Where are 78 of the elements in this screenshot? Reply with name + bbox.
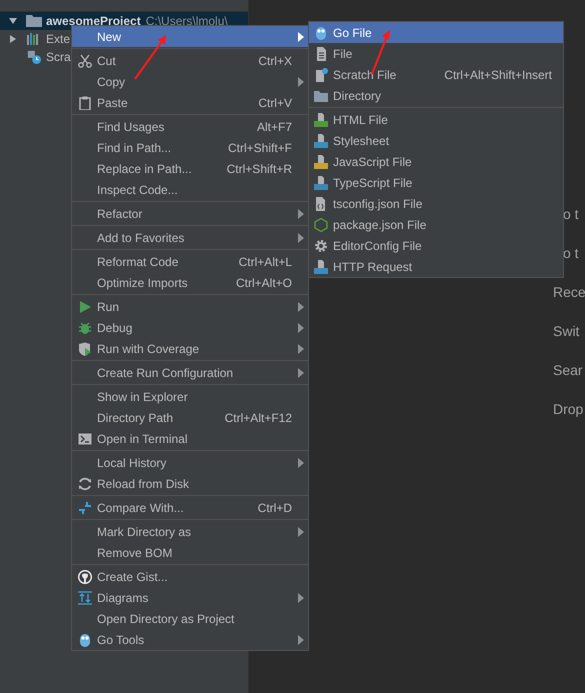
menu-item[interactable]: Scratch File Ctrl+Alt+Shift+Insert [309, 64, 563, 85]
menu-item[interactable]: New [72, 26, 308, 47]
menu-item[interactable]: Cut Ctrl+X [72, 50, 308, 71]
menu-item[interactable]: Optimize Imports Ctrl+Alt+O [72, 272, 308, 293]
menu-item[interactable]: Replace in Path... Ctrl+Shift+R [72, 158, 308, 179]
menu-item[interactable]: Compare With... Ctrl+D [72, 497, 308, 518]
menu-item[interactable]: Reformat Code Ctrl+Alt+L [72, 251, 308, 272]
menu-item[interactable]: Copy [72, 71, 308, 92]
editor-hint: Rece [553, 283, 585, 302]
menu-item[interactable]: Reload from Disk [72, 473, 308, 494]
menu-item[interactable]: Show in Explorer [72, 386, 308, 407]
menu-item[interactable]: Diagrams [72, 587, 308, 608]
menu-item[interactable]: Open Directory as Project [72, 608, 308, 629]
project-path: C:\Users\lmolu\ [146, 14, 228, 28]
menu-item[interactable]: EditorConfig File [309, 235, 563, 256]
menu-item[interactable]: TypeScript File [309, 172, 563, 193]
menu-item[interactable]: Find Usages Alt+F7 [72, 116, 308, 137]
menu-item[interactable]: HTTP Request [309, 256, 563, 277]
tree-item-label[interactable]: Exte [46, 32, 70, 46]
menu-item[interactable]: HTML File [309, 109, 563, 130]
menu-item[interactable]: package.json File [309, 214, 563, 235]
editor-hint: o t [562, 205, 580, 224]
menu-item[interactable]: Stylesheet [309, 130, 563, 151]
menu-item[interactable]: Add to Favorites [72, 227, 308, 248]
file-icon [314, 46, 328, 60]
terminal-icon [78, 432, 92, 446]
editor-hint: Sear [553, 361, 584, 380]
folder-icon [26, 14, 42, 28]
menu-item[interactable]: Create Run Configuration [72, 362, 308, 383]
reload-icon [78, 476, 92, 490]
menu-item[interactable]: Inspect Code... [72, 179, 308, 200]
scratch-file-icon [314, 68, 328, 82]
file-type-icon [314, 112, 328, 126]
gopher-icon [78, 632, 92, 646]
gopher-icon [314, 26, 328, 40]
clipboard-icon [78, 96, 92, 110]
menu-item[interactable]: Directory [309, 85, 563, 106]
menu-item[interactable]: File [309, 43, 563, 64]
menu-item[interactable]: Remove BOM [72, 542, 308, 563]
menu-item[interactable]: Mark Directory as [72, 521, 308, 542]
annotation-arrow [134, 35, 166, 80]
gear-icon [314, 238, 328, 252]
menu-item[interactable]: Refactor [72, 203, 308, 224]
config-file-icon [314, 196, 328, 210]
editor-hint: Swit [553, 322, 580, 341]
menu-item[interactable]: Debug [72, 317, 308, 338]
bug-icon [78, 320, 92, 334]
menu-item[interactable]: tsconfig.json File [309, 193, 563, 214]
editor-hint: o t [562, 244, 580, 263]
editor-hint: Drop [553, 400, 584, 419]
coverage-icon [78, 342, 92, 356]
menu-item[interactable]: Local History [72, 452, 308, 473]
file-type-icon [314, 260, 328, 274]
menu-item[interactable]: Run [72, 296, 308, 317]
tree-item-label[interactable]: Scra [46, 50, 71, 64]
diagram-icon [78, 590, 92, 604]
scratch-file-icon [26, 50, 42, 64]
file-type-icon [314, 176, 328, 190]
menu-item[interactable]: Run with Coverage [72, 338, 308, 359]
scissors-icon [78, 54, 92, 68]
expand-arrow-icon[interactable] [8, 34, 18, 44]
file-type-icon [314, 134, 328, 148]
tree-item-label[interactable]: awesomeProject [46, 14, 141, 28]
folder-icon [314, 88, 328, 102]
menu-item[interactable]: Go File [309, 22, 563, 43]
menu-item[interactable]: Go Tools [72, 629, 308, 650]
menu-item[interactable]: Create Gist... [72, 566, 308, 587]
menu-item[interactable]: JavaScript File [309, 151, 563, 172]
menu-item[interactable]: Directory Path Ctrl+Alt+F12 [72, 407, 308, 428]
menu-item[interactable]: Open in Terminal [72, 428, 308, 449]
hexagon-icon [314, 218, 328, 232]
github-icon [78, 570, 92, 584]
menu-item[interactable]: Paste Ctrl+V [72, 92, 308, 113]
file-type-icon [314, 154, 328, 168]
menu-item[interactable]: Find in Path... Ctrl+Shift+F [72, 137, 308, 158]
expand-arrow-icon[interactable] [8, 16, 18, 26]
compare-icon [78, 500, 92, 514]
run-icon [78, 300, 92, 314]
